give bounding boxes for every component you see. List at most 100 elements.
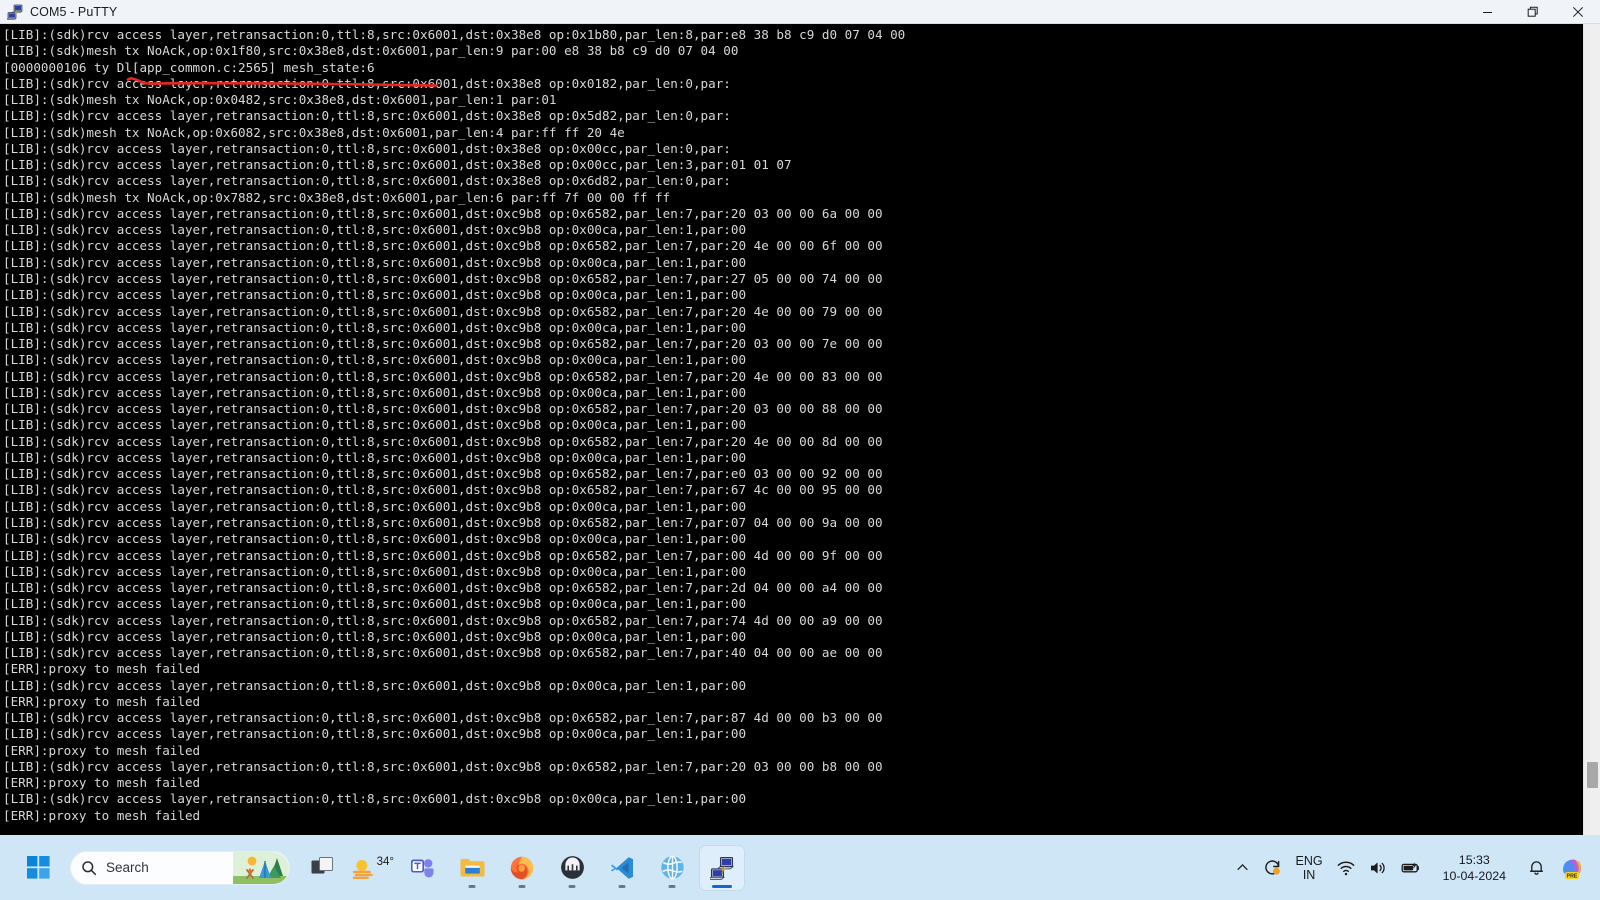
terminal-line: [LIB]:(sdk)rcv access layer,retransactio…: [3, 27, 906, 42]
terminal-line: [LIB]:(sdk)rcv access layer,retransactio…: [3, 336, 883, 352]
start-button[interactable]: [16, 846, 60, 890]
putty-network-icon: [5, 4, 23, 20]
terminal-line: [LIB]:(sdk)rcv access layer,retransactio…: [3, 531, 747, 547]
windows-logo-icon: [26, 856, 50, 879]
terminal-line: [LIB]:(sdk)rcv access layer,retransactio…: [3, 466, 883, 482]
copilot-button[interactable]: PRE: [1552, 846, 1592, 890]
battery-icon: [1401, 861, 1419, 872]
task-view-button[interactable]: [300, 846, 344, 890]
terminal-line: [LIB]:(sdk)rcv access layer,retransactio…: [3, 287, 747, 303]
clock-time: 15:33: [1458, 852, 1490, 867]
running-indicator: [518, 884, 526, 888]
search-input[interactable]: Search: [70, 850, 290, 885]
window-titlebar[interactable]: COM5 - PuTTY: [0, 0, 1600, 24]
terminal-line: [LIB]:(sdk)rcv access layer,retransactio…: [3, 173, 731, 189]
taskbar-item-firefox[interactable]: [500, 846, 544, 890]
dark-circle-icon: [560, 856, 584, 879]
search-highlight-image: [233, 851, 289, 884]
system-tray: ENG IN 15:33 10-04-2024 PRE: [1229, 835, 1600, 900]
terminal-line: [LIB]:(sdk)rcv access layer,retransactio…: [3, 352, 747, 368]
firefox-icon: [510, 856, 534, 879]
running-indicator: [668, 884, 676, 888]
network-button[interactable]: [1330, 846, 1362, 890]
show-hidden-icons-button[interactable]: [1229, 846, 1256, 890]
window-controls: [1465, 0, 1600, 24]
terminal-line: [ERR]:proxy to mesh failed: [3, 661, 201, 677]
terminal-line: [LIB]:(sdk)mesh tx NoAck,op:0x0482,src:0…: [3, 92, 557, 108]
taskbar-item-globe-app[interactable]: [650, 846, 694, 890]
search-placeholder: Search: [106, 860, 149, 875]
weather-widget[interactable]: 34°: [350, 846, 394, 890]
minimize-button[interactable]: [1465, 0, 1510, 24]
notifications-button[interactable]: [1521, 846, 1552, 890]
running-indicator: [568, 884, 576, 888]
terminal-scrollbar[interactable]: [1583, 24, 1600, 835]
terminal-line: [LIB]:(sdk)rcv access layer,retransactio…: [3, 514, 883, 530]
terminal-line: [LIB]:(sdk)rcv access layer,retransactio…: [3, 498, 747, 514]
terminal-line: [LIB]:(sdk)rcv access layer,retransactio…: [3, 758, 883, 774]
windows-update-icon: [1264, 860, 1280, 875]
clock-button[interactable]: 15:33 10-04-2024: [1428, 846, 1521, 890]
clock-date: 10-04-2024: [1442, 868, 1506, 883]
terminal-line: [LIB]:(sdk)rcv access layer,retransactio…: [3, 75, 731, 91]
vscode-icon: [611, 856, 633, 879]
taskbar-item-app-dark-circle[interactable]: [550, 846, 594, 890]
folder-icon: [460, 858, 484, 877]
terminal-line: [LIB]:(sdk)rcv access layer,retransactio…: [3, 368, 883, 384]
terminal-line: [LIB]:(sdk)rcv access layer,retransactio…: [3, 547, 883, 563]
wifi-icon: [1337, 861, 1354, 875]
terminal-line: [LIB]:(sdk)rcv access layer,retransactio…: [3, 710, 883, 726]
task-view-icon: [311, 856, 333, 873]
copilot-icon: PRE: [1563, 859, 1582, 879]
language-line2: IN: [1302, 867, 1316, 882]
volume-button[interactable]: [1362, 846, 1394, 890]
running-indicator: [468, 884, 476, 888]
terminal-line: [LIB]:(sdk)rcv access layer,retransactio…: [3, 677, 747, 693]
terminal-line: [LIB]:(sdk)rcv access layer,retransactio…: [3, 628, 747, 644]
scrollbar-thumb[interactable]: [1587, 762, 1598, 788]
terminal-line: [LIB]:(sdk)rcv access layer,retransactio…: [3, 580, 883, 596]
close-button[interactable]: [1555, 0, 1600, 24]
taskbar-item-file-explorer[interactable]: [450, 846, 494, 890]
terminal-line: [LIB]:(sdk)rcv access layer,retransactio…: [3, 401, 883, 417]
copilot-preview-badge: PRE: [1567, 873, 1578, 879]
putty-window: COM5 - PuTTY [LIB]:(sdk)rcv access layer…: [0, 0, 1600, 835]
terminal-line: [LIB]:(sdk)rcv access layer,retransactio…: [3, 140, 731, 156]
active-indicator: [712, 884, 732, 888]
weather-sun-icon: [352, 859, 373, 879]
terminal-line: [ERR]:proxy to mesh failed: [3, 742, 201, 758]
language-indicator[interactable]: ENG IN: [1289, 846, 1330, 890]
terminal-line: [LIB]:(sdk)mesh tx NoAck,op:0x1f80,src:0…: [3, 43, 739, 59]
speaker-icon: [1370, 861, 1385, 874]
windows-update-button[interactable]: [1256, 846, 1289, 890]
restore-button[interactable]: [1510, 0, 1555, 24]
bell-icon: [1529, 861, 1544, 875]
terminal-line: [LIB]:(sdk)rcv access layer,retransactio…: [3, 449, 747, 465]
terminal-line: [LIB]:(sdk)rcv access layer,retransactio…: [3, 612, 883, 628]
taskbar-item-visual-studio-code[interactable]: [600, 846, 644, 890]
battery-button[interactable]: [1394, 846, 1428, 890]
terminal-line: [LIB]:(sdk)rcv access layer,retransactio…: [3, 417, 747, 433]
terminal-line: [LIB]:(sdk)rcv access layer,retransactio…: [3, 319, 747, 335]
window-title: COM5 - PuTTY: [30, 4, 118, 19]
terminal-line: [LIB]:(sdk)rcv access layer,retransactio…: [3, 222, 747, 238]
globe-icon: [660, 855, 684, 880]
terminal-line: [LIB]:(sdk)rcv access layer,retransactio…: [3, 645, 883, 661]
terminal-line: [ERR]:proxy to mesh failed: [3, 807, 201, 823]
search-icon: [81, 860, 97, 876]
terminal-line: [LIB]:(sdk)rcv access layer,retransactio…: [3, 254, 747, 270]
terminal-line: [LIB]:(sdk)rcv access layer,retransactio…: [3, 384, 747, 400]
taskbar-item-putty[interactable]: [700, 845, 744, 890]
taskbar-item-microsoft-teams[interactable]: [400, 846, 444, 890]
terminal-line: [LIB]:(sdk)rcv access layer,retransactio…: [3, 791, 747, 807]
terminal-line: [LIB]:(sdk)rcv access layer,retransactio…: [3, 433, 883, 449]
terminal-line: [LIB]:(sdk)mesh tx NoAck,op:0x7882,src:0…: [3, 189, 671, 205]
terminal-line: [LIB]:(sdk)rcv access layer,retransactio…: [3, 108, 731, 124]
terminal-line: [LIB]:(sdk)rcv access layer,retransactio…: [3, 563, 747, 579]
terminal-line: [LIB]:(sdk)rcv access layer,retransactio…: [3, 270, 883, 286]
desktop: COM5 - PuTTY [LIB]:(sdk)rcv access layer…: [0, 0, 1600, 900]
terminal-line: [ERR]:proxy to mesh failed: [3, 775, 201, 791]
terminal-output[interactable]: [LIB]:(sdk)rcv access layer,retransactio…: [0, 24, 1583, 835]
putty-network-icon: [710, 856, 734, 880]
language-line1: ENG: [1295, 853, 1323, 868]
